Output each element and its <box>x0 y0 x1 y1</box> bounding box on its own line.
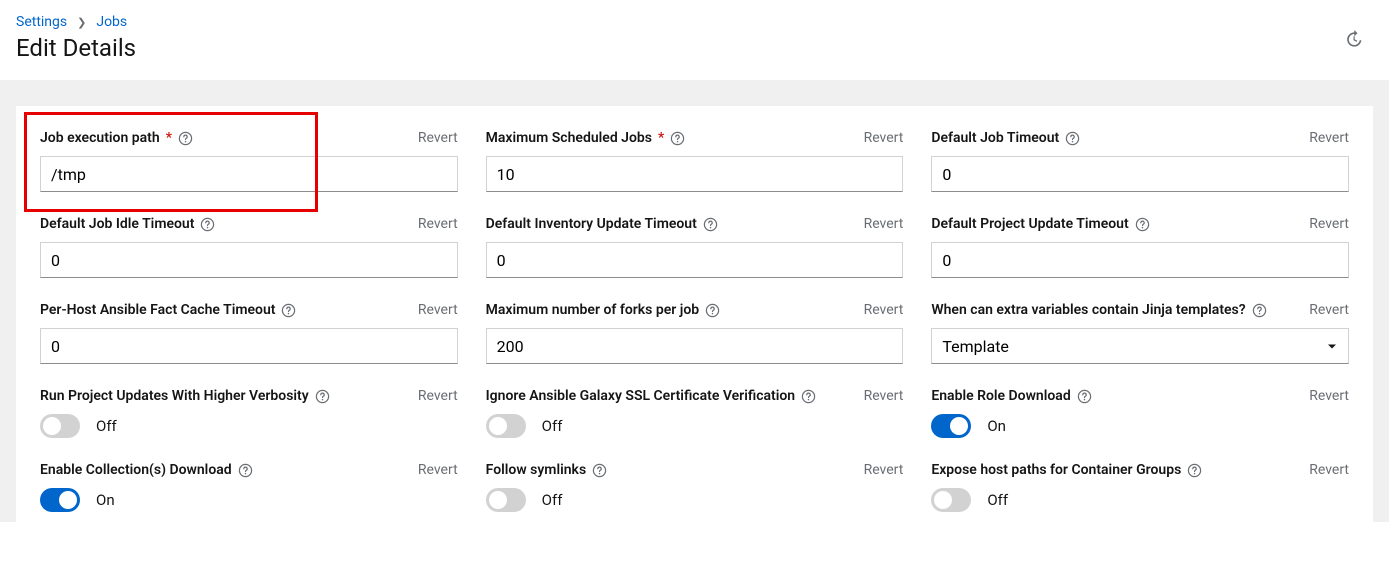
help-icon[interactable] <box>1187 463 1202 478</box>
help-icon[interactable] <box>315 389 330 404</box>
toggle-state-label: Off <box>542 417 563 435</box>
field-expose-host-paths: Expose host paths for Container Groups R… <box>931 462 1349 512</box>
label-max-forks: Maximum number of forks per job <box>486 302 721 318</box>
ignore-ssl-toggle[interactable] <box>486 414 526 438</box>
field-follow-symlinks: Follow symlinks Revert Off <box>486 462 904 512</box>
job-execution-path-input[interactable] <box>40 156 458 192</box>
max-scheduled-jobs-input[interactable] <box>486 156 904 192</box>
project-update-timeout-input[interactable] <box>931 242 1349 278</box>
help-icon[interactable] <box>592 463 607 478</box>
inventory-update-timeout-input[interactable] <box>486 242 904 278</box>
toggle-state-label: On <box>96 491 115 509</box>
field-max-forks: Maximum number of forks per job Revert <box>486 302 904 364</box>
help-icon[interactable] <box>801 389 816 404</box>
field-inventory-update-timeout: Default Inventory Update Timeout Revert <box>486 216 904 278</box>
label-jinja-templates: When can extra variables contain Jinja t… <box>931 302 1266 318</box>
revert-button[interactable]: Revert <box>864 462 904 478</box>
revert-button[interactable]: Revert <box>1309 388 1349 404</box>
breadcrumb: Settings ❯ Jobs <box>16 14 1365 30</box>
content-area: Job execution path * Revert Maximum Sche… <box>0 80 1389 522</box>
label-default-job-timeout: Default Job Timeout <box>931 130 1080 146</box>
revert-button[interactable]: Revert <box>864 302 904 318</box>
field-job-execution-path: Job execution path * Revert <box>40 130 458 192</box>
label-follow-symlinks: Follow symlinks <box>486 462 607 478</box>
follow-symlinks-toggle[interactable] <box>486 488 526 512</box>
label-ignore-ssl: Ignore Ansible Galaxy SSL Certificate Ve… <box>486 388 816 404</box>
jinja-templates-select[interactable]: Template <box>931 328 1349 364</box>
field-fact-cache-timeout: Per-Host Ansible Fact Cache Timeout Reve… <box>40 302 458 364</box>
help-icon[interactable] <box>238 463 253 478</box>
revert-button[interactable]: Revert <box>418 388 458 404</box>
help-icon[interactable] <box>1077 389 1092 404</box>
label-verbosity: Run Project Updates With Higher Verbosit… <box>40 388 330 404</box>
collection-download-toggle[interactable] <box>40 488 80 512</box>
field-jinja-templates: When can extra variables contain Jinja t… <box>931 302 1349 364</box>
revert-button[interactable]: Revert <box>418 302 458 318</box>
verbosity-toggle[interactable] <box>40 414 80 438</box>
label-role-download: Enable Role Download <box>931 388 1091 404</box>
revert-button[interactable]: Revert <box>418 462 458 478</box>
default-job-timeout-input[interactable] <box>931 156 1349 192</box>
breadcrumb-jobs[interactable]: Jobs <box>96 14 127 30</box>
field-ignore-ssl: Ignore Ansible Galaxy SSL Certificate Ve… <box>486 388 904 438</box>
field-role-download: Enable Role Download Revert On <box>931 388 1349 438</box>
label-max-scheduled-jobs: Maximum Scheduled Jobs * <box>486 130 686 146</box>
help-icon[interactable] <box>1252 303 1267 318</box>
help-icon[interactable] <box>200 217 215 232</box>
required-marker: * <box>658 130 664 146</box>
toggle-state-label: Off <box>987 491 1008 509</box>
label-inventory-update-timeout: Default Inventory Update Timeout <box>486 216 718 232</box>
max-forks-input[interactable] <box>486 328 904 364</box>
page-header: Settings ❯ Jobs Edit Details <box>0 0 1389 62</box>
field-idle-timeout: Default Job Idle Timeout Revert <box>40 216 458 278</box>
label-project-update-timeout: Default Project Update Timeout <box>931 216 1149 232</box>
role-download-toggle[interactable] <box>931 414 971 438</box>
help-icon[interactable] <box>178 131 193 146</box>
toggle-state-label: Off <box>96 417 117 435</box>
help-icon[interactable] <box>705 303 720 318</box>
help-icon[interactable] <box>1135 217 1150 232</box>
help-icon[interactable] <box>670 131 685 146</box>
history-icon[interactable] <box>1344 30 1363 53</box>
label-fact-cache-timeout: Per-Host Ansible Fact Cache Timeout <box>40 302 296 318</box>
required-marker: * <box>166 130 172 146</box>
field-verbosity: Run Project Updates With Higher Verbosit… <box>40 388 458 438</box>
revert-button[interactable]: Revert <box>864 216 904 232</box>
help-icon[interactable] <box>703 217 718 232</box>
fact-cache-timeout-input[interactable] <box>40 328 458 364</box>
revert-button[interactable]: Revert <box>864 388 904 404</box>
label-collection-download: Enable Collection(s) Download <box>40 462 253 478</box>
revert-button[interactable]: Revert <box>1309 216 1349 232</box>
help-icon[interactable] <box>1065 131 1080 146</box>
help-icon[interactable] <box>281 303 296 318</box>
field-collection-download: Enable Collection(s) Download Revert On <box>40 462 458 512</box>
revert-button[interactable]: Revert <box>864 130 904 146</box>
form-card: Job execution path * Revert Maximum Sche… <box>16 106 1373 522</box>
field-default-job-timeout: Default Job Timeout Revert <box>931 130 1349 192</box>
revert-button[interactable]: Revert <box>418 216 458 232</box>
label-expose-host-paths: Expose host paths for Container Groups <box>931 462 1202 478</box>
page-title: Edit Details <box>16 34 1365 62</box>
expose-host-paths-toggle[interactable] <box>931 488 971 512</box>
revert-button[interactable]: Revert <box>1309 462 1349 478</box>
field-max-scheduled-jobs: Maximum Scheduled Jobs * Revert <box>486 130 904 192</box>
revert-button[interactable]: Revert <box>1309 302 1349 318</box>
label-job-execution-path: Job execution path * <box>40 130 193 146</box>
breadcrumb-settings[interactable]: Settings <box>16 14 67 30</box>
chevron-right-icon: ❯ <box>77 16 86 29</box>
toggle-state-label: On <box>987 417 1006 435</box>
revert-button[interactable]: Revert <box>418 130 458 146</box>
revert-button[interactable]: Revert <box>1309 130 1349 146</box>
field-project-update-timeout: Default Project Update Timeout Revert <box>931 216 1349 278</box>
idle-timeout-input[interactable] <box>40 242 458 278</box>
toggle-state-label: Off <box>542 491 563 509</box>
label-idle-timeout: Default Job Idle Timeout <box>40 216 215 232</box>
